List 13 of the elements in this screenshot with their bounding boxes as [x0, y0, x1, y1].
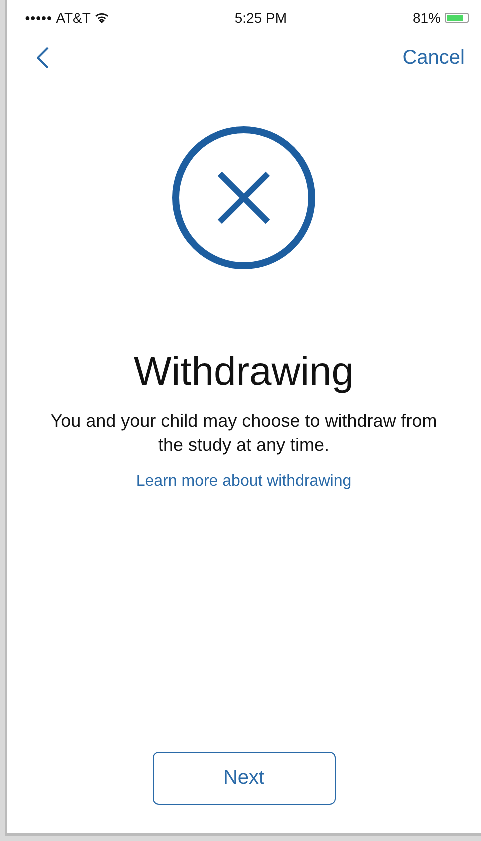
next-button[interactable]: Next: [152, 752, 336, 805]
carrier-name: AT&T: [56, 10, 91, 26]
battery-percent: 81%: [412, 10, 441, 26]
signal-icon: ●●●●●: [25, 13, 52, 23]
clock-time: 5:25 PM: [234, 10, 288, 26]
back-button[interactable]: [37, 47, 49, 69]
battery-icon: [444, 13, 469, 23]
close-circle-icon: [172, 126, 316, 270]
cancel-button[interactable]: Cancel: [402, 46, 465, 70]
page-title: Withdrawing: [134, 350, 354, 395]
description-text: You and your child may choose to withdraw from the study at any time.: [50, 410, 438, 457]
wifi-icon: [94, 13, 109, 23]
learn-more-link[interactable]: Learn more about withdrawing: [136, 473, 352, 491]
